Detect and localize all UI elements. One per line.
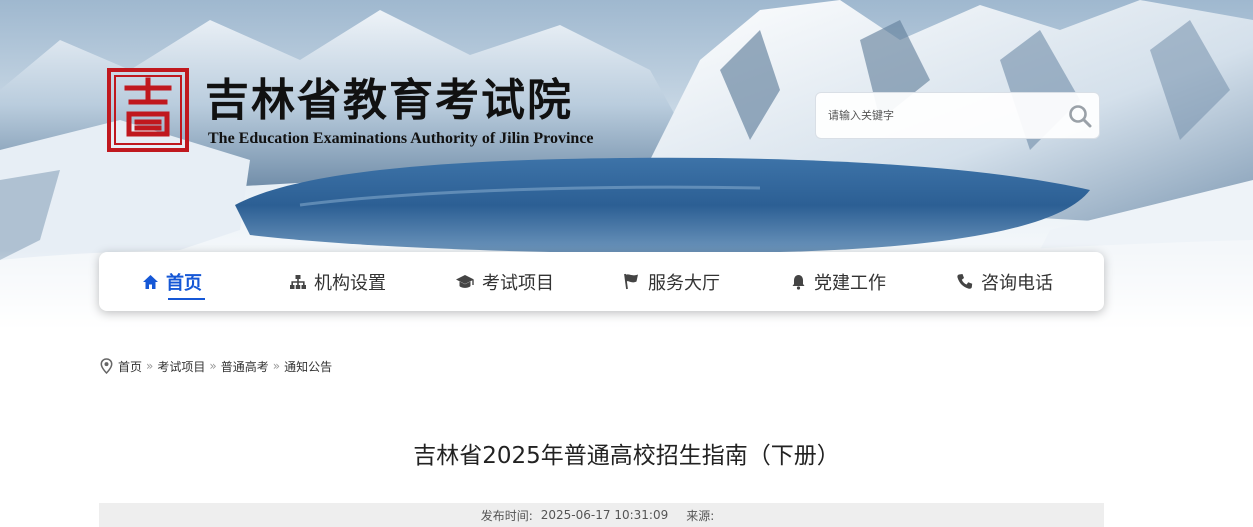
flag-icon	[624, 273, 638, 290]
nav-item-exams[interactable]: 考试项目	[455, 252, 554, 311]
nav-item-party-building[interactable]: 党建工作	[790, 252, 886, 311]
nav-item-home[interactable]: 首页	[142, 252, 205, 311]
nav-item-label: 咨询电话	[981, 272, 1053, 294]
nav-item-label: 考试项目	[482, 272, 554, 294]
publish-time-label: 发布时间:	[480, 508, 533, 523]
breadcrumb: 首页 » 考试项目 » 普通高考 » 通知公告	[100, 356, 332, 376]
chevron-double-right-icon: »	[209, 359, 217, 373]
nav-item-label: 党建工作	[814, 272, 886, 294]
breadcrumb-item-exams[interactable]: 考试项目	[157, 358, 205, 375]
chevron-double-right-icon: »	[146, 359, 154, 373]
breadcrumb-item-notices[interactable]: 通知公告	[284, 358, 332, 375]
publish-time-value: 2025-06-17 10:31:09	[540, 508, 669, 522]
search-box	[815, 92, 1100, 139]
logo-seal-icon	[107, 68, 189, 152]
source-label: 来源:	[686, 508, 715, 523]
phone-icon	[957, 274, 973, 289]
nav-item-hotline[interactable]: 咨询电话	[956, 252, 1053, 311]
nav-item-organization[interactable]: 机构设置	[289, 252, 386, 311]
article-title: 吉林省2025年普通高校招生指南（下册）	[413, 443, 840, 469]
graduation-cap-icon	[456, 274, 474, 288]
bell-icon	[792, 275, 805, 290]
search-icon[interactable]	[1067, 103, 1093, 129]
location-pin-icon	[100, 358, 113, 374]
breadcrumb-item-gaokao[interactable]: 普通高考	[221, 358, 269, 375]
sitemap-icon	[290, 274, 306, 289]
nav-item-label: 服务大厅	[648, 272, 720, 294]
chevron-double-right-icon: »	[272, 359, 281, 373]
nav-active-underline	[168, 298, 205, 300]
nav-item-label: 机构设置	[314, 272, 386, 294]
main-nav: 首页 机构设置 考试项目 服务大厅 党建工作 咨询电话	[99, 252, 1104, 311]
article-meta-bar: 发布时间: 2025-06-17 10:31:09 来源:	[99, 503, 1104, 527]
org-name-en: The Education Examinations Authority of …	[208, 130, 594, 147]
org-name-cn: 吉林省教育考试院	[205, 75, 573, 126]
home-icon	[143, 274, 158, 289]
search-input[interactable]	[816, 93, 1056, 138]
nav-item-service-hall[interactable]: 服务大厅	[623, 252, 720, 311]
breadcrumb-item-home[interactable]: 首页	[118, 358, 142, 375]
nav-item-label: 首页	[166, 272, 202, 294]
